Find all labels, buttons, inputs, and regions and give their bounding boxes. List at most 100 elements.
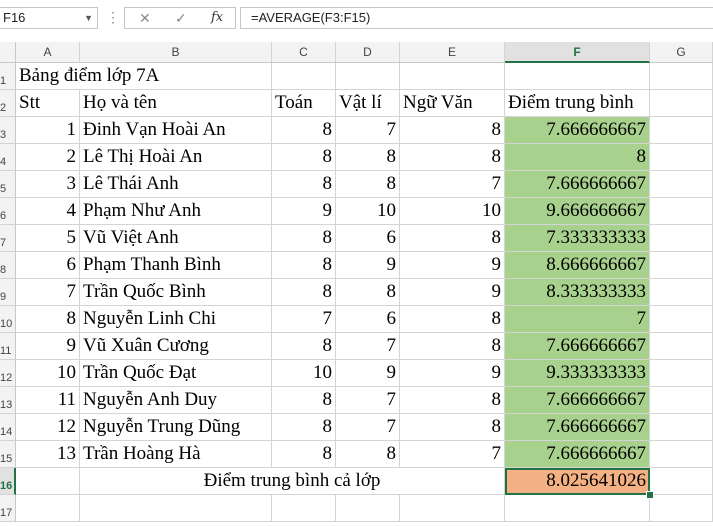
- cell[interactable]: [336, 495, 400, 522]
- average-score-cell[interactable]: 8.666666667: [505, 252, 650, 279]
- row-header-1[interactable]: 1: [0, 63, 16, 90]
- row-header-13[interactable]: 13: [0, 387, 16, 414]
- physics-score-cell[interactable]: 8: [336, 441, 400, 468]
- cell[interactable]: [80, 495, 272, 522]
- average-score-cell[interactable]: 7.666666667: [505, 387, 650, 414]
- fill-handle[interactable]: [646, 491, 654, 499]
- cell[interactable]: [16, 468, 80, 495]
- stt-cell[interactable]: 9: [16, 333, 80, 360]
- name-box[interactable]: F16 ▼: [0, 7, 98, 29]
- cell[interactable]: [650, 360, 713, 387]
- math-score-cell[interactable]: 8: [272, 441, 336, 468]
- math-score-cell[interactable]: 9: [272, 198, 336, 225]
- literature-score-cell[interactable]: 9: [400, 360, 505, 387]
- literature-score-cell[interactable]: 8: [400, 117, 505, 144]
- row-header-6[interactable]: 6: [0, 198, 16, 225]
- average-score-cell[interactable]: 7.666666667: [505, 441, 650, 468]
- stt-cell[interactable]: 2: [16, 144, 80, 171]
- average-score-cell[interactable]: 7.666666667: [505, 171, 650, 198]
- literature-score-cell[interactable]: 8: [400, 333, 505, 360]
- stt-cell[interactable]: 5: [16, 225, 80, 252]
- enter-icon[interactable]: ✓: [175, 8, 187, 28]
- row-header-3[interactable]: 3: [0, 117, 16, 144]
- class-average-value[interactable]: 8.025641026: [505, 468, 650, 495]
- column-header-f[interactable]: F: [505, 42, 650, 63]
- physics-score-cell[interactable]: 8: [336, 279, 400, 306]
- physics-score-cell[interactable]: 8: [336, 171, 400, 198]
- average-score-cell[interactable]: 8: [505, 144, 650, 171]
- select-all-corner[interactable]: [0, 42, 16, 63]
- cell[interactable]: [400, 495, 505, 522]
- physics-score-cell[interactable]: 7: [336, 333, 400, 360]
- literature-score-cell[interactable]: 8: [400, 144, 505, 171]
- literature-score-cell[interactable]: 8: [400, 306, 505, 333]
- literature-score-cell[interactable]: 10: [400, 198, 505, 225]
- row-header-8[interactable]: 8: [0, 252, 16, 279]
- stt-cell[interactable]: 11: [16, 387, 80, 414]
- student-name-cell[interactable]: Nguyễn Linh Chi: [80, 306, 272, 333]
- cell[interactable]: [650, 279, 713, 306]
- row-header-12[interactable]: 12: [0, 360, 16, 387]
- physics-score-cell[interactable]: 7: [336, 387, 400, 414]
- column-header-b[interactable]: B: [80, 42, 272, 63]
- student-name-cell[interactable]: Nguyễn Trung Dũng: [80, 414, 272, 441]
- cell[interactable]: [650, 117, 713, 144]
- cell[interactable]: [650, 387, 713, 414]
- average-score-cell[interactable]: 8.333333333: [505, 279, 650, 306]
- cell[interactable]: [650, 495, 713, 522]
- physics-score-cell[interactable]: 6: [336, 306, 400, 333]
- math-score-cell[interactable]: 8: [272, 279, 336, 306]
- column-header-e[interactable]: E: [400, 42, 505, 63]
- math-score-cell[interactable]: 8: [272, 333, 336, 360]
- cell[interactable]: [505, 63, 650, 90]
- physics-score-cell[interactable]: 9: [336, 360, 400, 387]
- student-name-cell[interactable]: Phạm Như Anh: [80, 198, 272, 225]
- physics-score-cell[interactable]: 9: [336, 252, 400, 279]
- student-name-cell[interactable]: Phạm Thanh Bình: [80, 252, 272, 279]
- column-header-g[interactable]: G: [650, 42, 713, 63]
- row-header-14[interactable]: 14: [0, 414, 16, 441]
- physics-score-cell[interactable]: 8: [336, 144, 400, 171]
- cancel-icon[interactable]: ✕: [139, 8, 151, 28]
- student-name-cell[interactable]: Vũ Việt Anh: [80, 225, 272, 252]
- formula-input[interactable]: =AVERAGE(F3:F15): [240, 7, 713, 29]
- math-score-cell[interactable]: 10: [272, 360, 336, 387]
- row-header-9[interactable]: 9: [0, 279, 16, 306]
- stt-cell[interactable]: 13: [16, 441, 80, 468]
- row-header-4[interactable]: 4: [0, 144, 16, 171]
- literature-score-cell[interactable]: 9: [400, 279, 505, 306]
- cell[interactable]: [336, 63, 400, 90]
- insert-function-icon[interactable]: fx: [211, 8, 223, 28]
- row-header-11[interactable]: 11: [0, 333, 16, 360]
- column-header-c[interactable]: C: [272, 42, 336, 63]
- literature-score-cell[interactable]: 8: [400, 414, 505, 441]
- column-header-d[interactable]: D: [336, 42, 400, 63]
- student-name-cell[interactable]: Lê Thái Anh: [80, 171, 272, 198]
- math-score-cell[interactable]: 8: [272, 252, 336, 279]
- cell[interactable]: [650, 414, 713, 441]
- cell[interactable]: [650, 171, 713, 198]
- cell[interactable]: [272, 63, 336, 90]
- chevron-down-icon[interactable]: ▼: [84, 8, 93, 28]
- stt-cell[interactable]: 10: [16, 360, 80, 387]
- average-score-cell[interactable]: 9.666666667: [505, 198, 650, 225]
- cell[interactable]: [650, 198, 713, 225]
- math-score-cell[interactable]: 8: [272, 144, 336, 171]
- row-header-2[interactable]: 2: [0, 90, 16, 117]
- physics-score-cell[interactable]: 6: [336, 225, 400, 252]
- cell[interactable]: [650, 441, 713, 468]
- student-name-cell[interactable]: Vũ Xuân Cương: [80, 333, 272, 360]
- physics-score-cell[interactable]: 10: [336, 198, 400, 225]
- average-score-cell[interactable]: 7.666666667: [505, 117, 650, 144]
- column-header-a[interactable]: A: [16, 42, 80, 63]
- cell[interactable]: [505, 495, 650, 522]
- stt-cell[interactable]: 7: [16, 279, 80, 306]
- stt-cell[interactable]: 6: [16, 252, 80, 279]
- average-score-cell[interactable]: 7: [505, 306, 650, 333]
- student-name-cell[interactable]: Nguyễn Anh Duy: [80, 387, 272, 414]
- stt-cell[interactable]: 3: [16, 171, 80, 198]
- math-score-cell[interactable]: 7: [272, 306, 336, 333]
- average-score-cell[interactable]: 7.333333333: [505, 225, 650, 252]
- cell[interactable]: [650, 225, 713, 252]
- row-header-17[interactable]: 17: [0, 495, 16, 522]
